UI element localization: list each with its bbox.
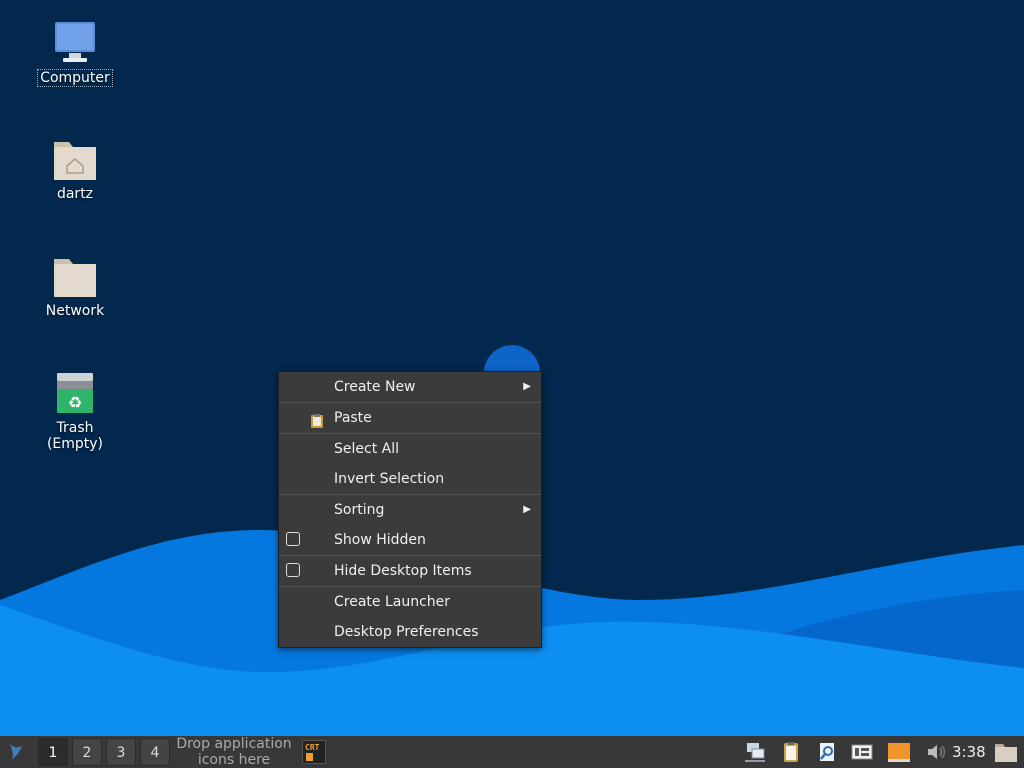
- menu-item-sorting[interactable]: Sorting ▶: [279, 494, 541, 525]
- menu-item-label: Create New: [334, 379, 416, 395]
- app-menu-button[interactable]: [4, 740, 30, 764]
- menu-item-hide-desktop-items[interactable]: Hide Desktop Items: [279, 555, 541, 586]
- menu-item-paste[interactable]: Paste: [279, 402, 541, 433]
- computer-icon: [51, 20, 99, 68]
- launcher-drop-area[interactable]: Drop application icons here: [172, 736, 296, 768]
- submenu-arrow-icon: ▶: [523, 381, 531, 392]
- submenu-arrow-icon: ▶: [523, 504, 531, 515]
- menu-item-show-hidden[interactable]: Show Hidden: [279, 525, 541, 555]
- start-menu-icon: [10, 744, 22, 760]
- menu-item-label: Invert Selection: [334, 471, 445, 487]
- svg-text:♻: ♻: [68, 393, 82, 412]
- desktop-icon-trash[interactable]: ♻ Trash (Empty): [25, 370, 125, 452]
- desktop-icon-network[interactable]: Network: [25, 253, 125, 319]
- menu-item-label: Paste: [334, 410, 372, 426]
- desktop-icon-home[interactable]: dartz: [25, 136, 125, 202]
- search-icon[interactable]: [815, 740, 839, 764]
- keyboard-layout-icon[interactable]: [850, 740, 874, 764]
- menu-item-desktop-preferences[interactable]: Desktop Preferences: [279, 617, 541, 647]
- menu-item-label: Desktop Preferences: [334, 624, 479, 640]
- workspace-button-1[interactable]: 1: [38, 738, 68, 766]
- menu-item-label: Create Launcher: [334, 594, 451, 610]
- launcher-drop-text-line2: icons here: [197, 752, 271, 768]
- workspace-button-4[interactable]: 4: [140, 738, 170, 766]
- workspace-button-2[interactable]: 2: [72, 738, 102, 766]
- crt-icon: [306, 753, 313, 761]
- desktop-icon-label: dartz: [56, 186, 94, 202]
- folder-icon[interactable]: [994, 740, 1018, 764]
- menu-item-create-launcher[interactable]: Create Launcher: [279, 586, 541, 617]
- network-icon[interactable]: [743, 740, 767, 764]
- home-folder-icon: [51, 136, 99, 184]
- desktop-icon-label: Computer: [37, 69, 113, 87]
- trash-icon: ♻: [51, 370, 99, 418]
- desktop-context-menu: Create New ▶ Paste Select All Invert Sel…: [278, 371, 542, 648]
- menu-item-create-new[interactable]: Create New ▶: [279, 372, 541, 402]
- desktop[interactable]: Computer dartz Network ♻ Trash (Empty) C…: [0, 0, 1024, 736]
- show-hidden-checkbox[interactable]: [286, 532, 300, 546]
- crt-app-button[interactable]: CRT: [302, 740, 326, 764]
- menu-item-label: Show Hidden: [334, 532, 426, 548]
- menu-item-label: Hide Desktop Items: [334, 563, 472, 579]
- workspace-button-3[interactable]: 3: [106, 738, 136, 766]
- volume-icon[interactable]: [924, 740, 948, 764]
- taskbar-panel: 1 2 3 4 Drop application icons here CRT …: [0, 736, 1024, 768]
- crt-label: CRT: [305, 743, 320, 752]
- desktop-icon-computer[interactable]: Computer: [25, 20, 125, 87]
- battery-icon[interactable]: [887, 740, 911, 764]
- desktop-icon-label: Network: [45, 303, 105, 319]
- menu-item-invert-selection[interactable]: Invert Selection: [279, 464, 541, 494]
- launcher-drop-text-line1: Drop application: [176, 736, 292, 752]
- network-folder-icon: [51, 253, 99, 301]
- hide-desktop-items-checkbox[interactable]: [286, 563, 300, 577]
- menu-item-select-all[interactable]: Select All: [279, 433, 541, 464]
- menu-item-label: Sorting: [334, 502, 385, 518]
- menu-item-label: Select All: [334, 441, 399, 457]
- desktop-icon-label: Trash (Empty): [46, 420, 104, 452]
- clipboard-icon[interactable]: [779, 740, 803, 764]
- clock[interactable]: 3:38: [952, 736, 986, 768]
